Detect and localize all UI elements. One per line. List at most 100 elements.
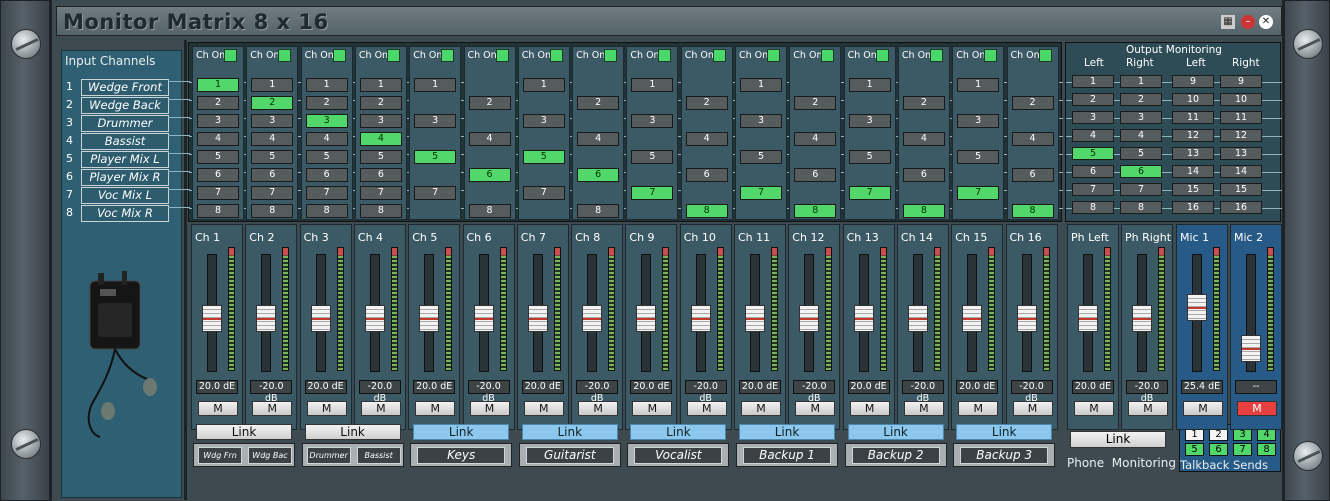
mute-button[interactable]: M (1128, 401, 1168, 416)
input-channel-label[interactable]: Player Mix R (81, 169, 169, 186)
output-monitor-button[interactable]: 8 (1120, 201, 1162, 214)
matrix-button[interactable]: 8 (305, 204, 348, 218)
fader-knob[interactable] (636, 304, 657, 332)
fader-knob[interactable] (364, 304, 385, 332)
phone-link-button[interactable]: Link (1070, 431, 1166, 448)
matrix-button[interactable]: 6 (1011, 168, 1054, 182)
ch-on-led[interactable] (984, 49, 998, 62)
fader-knob[interactable] (419, 304, 440, 332)
input-channel-label[interactable]: Wedge Front (81, 79, 169, 96)
output-monitor-button[interactable]: 8 (1072, 201, 1114, 214)
fader-knob[interactable] (962, 304, 983, 332)
input-channel-label[interactable]: Player Mix L (81, 151, 169, 168)
output-monitor-button[interactable]: 6 (1120, 165, 1162, 178)
ch-on-led[interactable] (386, 49, 400, 62)
db-readout[interactable]: 20.0 dE (1072, 380, 1114, 394)
ch-on-led[interactable] (658, 49, 672, 62)
db-readout[interactable]: -20.0 dB (684, 380, 727, 404)
mono-channel-name[interactable]: Wdg Frn (198, 447, 242, 464)
matrix-button[interactable]: 4 (468, 132, 511, 146)
ch-on-led[interactable] (441, 49, 455, 62)
ch-on-led[interactable] (549, 49, 563, 62)
output-monitor-button[interactable]: 9 (1220, 75, 1262, 88)
matrix-button[interactable]: 2 (685, 96, 728, 110)
fader-knob[interactable] (473, 304, 494, 332)
matrix-button[interactable]: 1 (414, 78, 457, 92)
mute-button[interactable]: M (958, 401, 999, 416)
talkback-send-button[interactable]: 5 (1185, 443, 1204, 456)
db-readout[interactable]: 20.0 dE (521, 380, 564, 394)
matrix-button[interactable]: 6 (902, 168, 945, 182)
link-button[interactable]: Link (521, 424, 618, 440)
matrix-button[interactable]: 5 (251, 150, 294, 164)
matrix-button[interactable]: 6 (359, 168, 402, 182)
output-monitor-button[interactable]: 3 (1120, 111, 1162, 124)
db-readout[interactable]: -20.0 dB (901, 380, 944, 404)
matrix-button[interactable]: 2 (197, 96, 239, 110)
fader-knob[interactable] (853, 304, 874, 332)
output-monitor-button[interactable]: 5 (1120, 147, 1162, 160)
matrix-button[interactable]: 2 (794, 96, 837, 110)
matrix-button[interactable]: 4 (902, 132, 945, 146)
matrix-button[interactable]: 2 (577, 96, 620, 110)
matrix-button[interactable]: 8 (794, 204, 837, 218)
mute-button[interactable]: M (469, 401, 510, 416)
matrix-button[interactable]: 5 (522, 150, 565, 164)
matrix-button[interactable]: 1 (251, 78, 294, 92)
db-readout[interactable]: -20.0 dB (250, 380, 293, 404)
ch-on-led[interactable] (278, 49, 292, 62)
matrix-button[interactable]: 7 (522, 186, 565, 200)
fader-knob[interactable] (907, 304, 928, 332)
matrix-button[interactable]: 3 (957, 114, 1000, 128)
matrix-button[interactable]: 3 (522, 114, 565, 128)
matrix-button[interactable]: 2 (251, 96, 294, 110)
mute-button[interactable]: M (360, 401, 401, 416)
mono-channel-name[interactable]: Wdg Bac (248, 447, 292, 464)
db-readout[interactable]: 20.0 dE (630, 380, 673, 394)
matrix-button[interactable]: 5 (414, 150, 457, 164)
matrix-button[interactable]: 6 (468, 168, 511, 182)
matrix-button[interactable]: 5 (359, 150, 402, 164)
matrix-button[interactable]: 1 (359, 78, 402, 92)
ch-on-led[interactable] (604, 49, 618, 62)
output-monitor-button[interactable]: 2 (1120, 93, 1162, 106)
mono-channel-name[interactable]: Drummer (306, 447, 351, 464)
matrix-button[interactable]: 1 (197, 78, 239, 92)
fader-knob[interactable] (745, 304, 765, 332)
matrix-button[interactable]: 5 (197, 150, 239, 164)
mono-channel-name[interactable]: Bassist (356, 447, 401, 464)
matrix-button[interactable]: 8 (468, 204, 511, 218)
db-readout[interactable]: -20.0 dB (576, 380, 619, 404)
output-monitor-button[interactable]: 13 (1220, 147, 1262, 160)
db-readout[interactable]: 20.0 dE (739, 380, 781, 394)
matrix-button[interactable]: 1 (848, 78, 891, 92)
db-readout[interactable]: -20.0 dB (467, 380, 510, 404)
link-button[interactable]: Link (739, 424, 835, 440)
matrix-button[interactable]: 8 (251, 204, 294, 218)
output-monitor-button[interactable]: 1 (1072, 75, 1114, 88)
matrix-button[interactable]: 2 (1011, 96, 1054, 110)
mute-button[interactable]: M (903, 401, 944, 416)
close-icon[interactable]: ✕ (1259, 15, 1273, 29)
matrix-button[interactable]: 4 (685, 132, 728, 146)
matrix-button[interactable]: 3 (414, 114, 457, 128)
output-monitor-button[interactable]: 14 (1220, 165, 1262, 178)
matrix-button[interactable]: 7 (359, 186, 402, 200)
matrix-button[interactable]: 2 (468, 96, 511, 110)
matrix-button[interactable]: 7 (305, 186, 348, 200)
output-monitor-button[interactable]: 7 (1120, 183, 1162, 196)
matrix-button[interactable]: 6 (577, 168, 620, 182)
db-readout[interactable]: 20.0 dE (413, 380, 456, 394)
matrix-button[interactable]: 8 (902, 204, 945, 218)
ch-on-led[interactable] (875, 49, 889, 62)
matrix-button[interactable]: 1 (957, 78, 1000, 92)
matrix-button[interactable]: 8 (577, 204, 620, 218)
minimize-icon[interactable]: – (1241, 15, 1255, 29)
output-monitor-button[interactable]: 11 (1172, 111, 1214, 124)
matrix-button[interactable]: 7 (631, 186, 674, 200)
output-monitor-button[interactable]: 14 (1172, 165, 1214, 178)
matrix-button[interactable]: 3 (251, 114, 294, 128)
mute-button[interactable]: M (1074, 401, 1114, 416)
mute-button[interactable]: M (415, 401, 456, 416)
mute-button[interactable]: M (578, 401, 619, 416)
